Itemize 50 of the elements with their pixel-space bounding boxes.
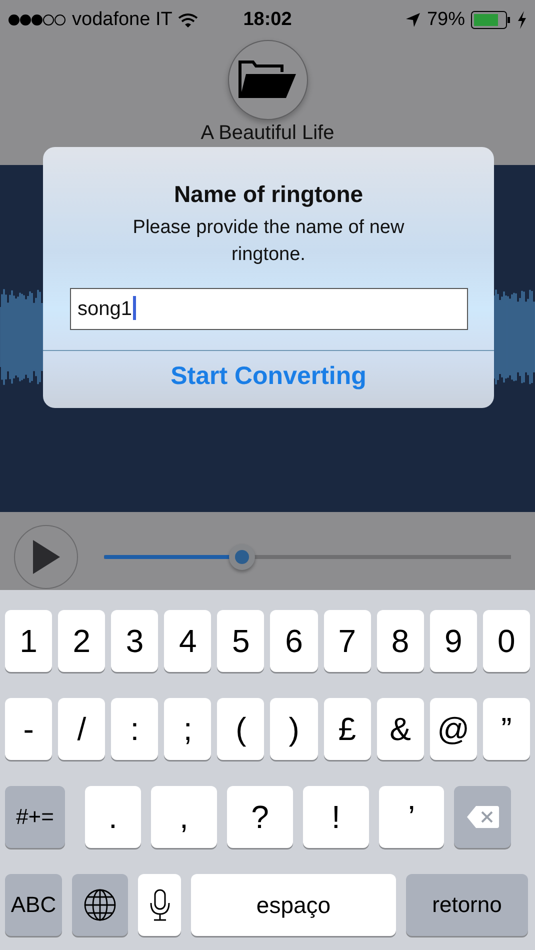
keyboard-key[interactable]: 0 xyxy=(482,610,530,672)
globe-icon xyxy=(83,888,117,922)
keyboard-key[interactable]: & xyxy=(376,698,424,760)
keyboard-key[interactable]: , xyxy=(151,786,217,848)
microphone-key[interactable] xyxy=(138,874,181,936)
keyboard-key[interactable]: ; xyxy=(164,698,212,760)
keyboard-key[interactable]: . xyxy=(85,786,141,848)
microphone-icon xyxy=(150,889,170,921)
battery-percentage: 79% xyxy=(426,9,466,31)
space-key[interactable]: espaço xyxy=(191,874,396,936)
globe-key[interactable] xyxy=(72,874,128,936)
keyboard-key[interactable]: @ xyxy=(430,698,477,760)
charging-bolt-icon xyxy=(517,11,528,29)
folder-icon xyxy=(238,60,298,100)
keyboard-key[interactable]: ’ xyxy=(379,786,444,848)
carrier-name: vodafone IT xyxy=(72,9,172,31)
play-icon xyxy=(31,539,61,575)
wifi-icon xyxy=(178,12,198,28)
track-title: A Beautiful Life xyxy=(200,121,334,145)
keyboard-key[interactable]: 9 xyxy=(430,610,477,672)
keyboard-key[interactable]: 5 xyxy=(217,610,264,672)
location-arrow-icon xyxy=(404,12,421,28)
keyboard-key[interactable]: #+= xyxy=(5,786,65,848)
play-button[interactable] xyxy=(14,525,78,589)
keyboard-key[interactable]: retorno xyxy=(406,874,528,936)
keyboard-key[interactable]: ? xyxy=(227,786,293,848)
keyboard-key[interactable]: ” xyxy=(482,698,530,760)
keyboard-key[interactable]: 2 xyxy=(58,610,106,672)
clock-time: 18:02 xyxy=(243,9,292,31)
input-field[interactable]: song1 xyxy=(70,288,468,330)
keyboard-key[interactable]: ( xyxy=(217,698,264,760)
keyboard-key[interactable]: ) xyxy=(270,698,318,760)
keyboard-key[interactable]: 3 xyxy=(111,610,158,672)
keyboard-key[interactable]: ABC xyxy=(5,874,62,936)
signal-icon xyxy=(8,14,66,26)
keyboard-key[interactable]: 8 xyxy=(376,610,424,672)
backspace-icon xyxy=(466,805,500,829)
dialog-message: Please provide the name of new ringtone. xyxy=(132,216,406,267)
keyboard-key[interactable]: : xyxy=(111,698,158,760)
battery-icon xyxy=(471,11,512,29)
keyboard-key[interactable]: 1 xyxy=(5,610,52,672)
keyboard-key[interactable]: 4 xyxy=(164,610,212,672)
keyboard-key[interactable]: / xyxy=(58,698,106,760)
dialog-title: Name of ringtone xyxy=(174,181,364,208)
keyboard-key[interactable]: £ xyxy=(324,698,371,760)
keyboard-key[interactable]: - xyxy=(5,698,52,760)
keyboard-key[interactable]: 7 xyxy=(324,610,371,672)
slider-thumb[interactable] xyxy=(229,544,256,570)
keyboard-key[interactable]: 6 xyxy=(270,610,318,672)
keyboard-key[interactable]: ! xyxy=(303,786,369,848)
